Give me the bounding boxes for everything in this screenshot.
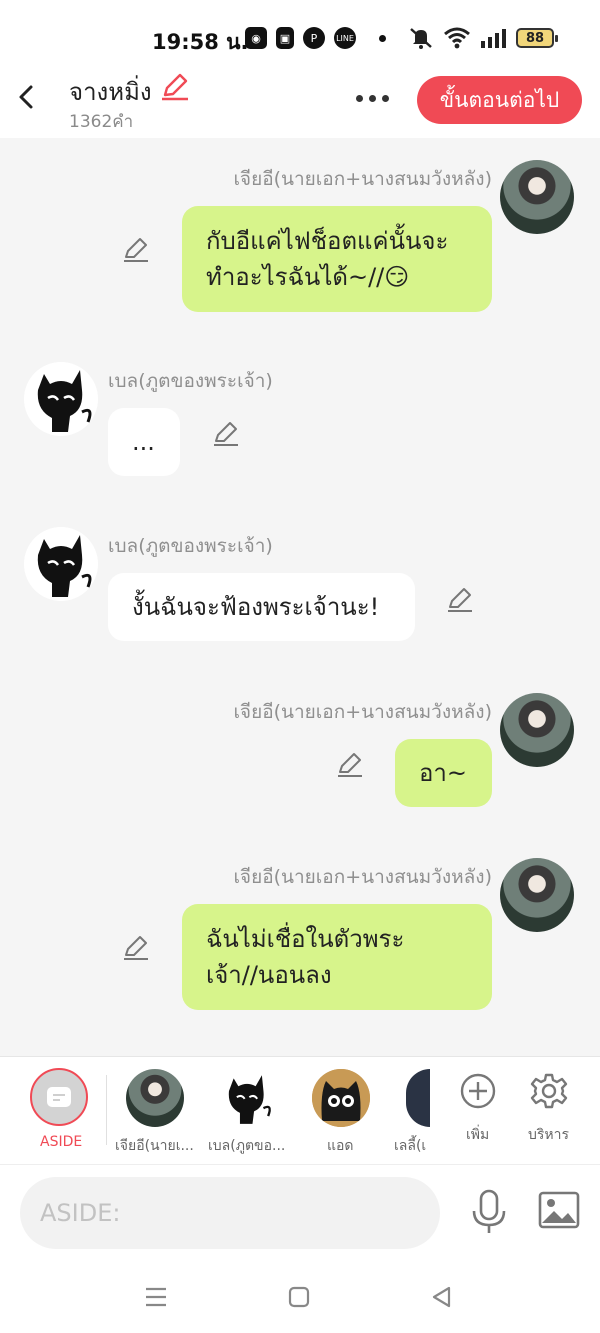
input-bar	[0, 1164, 600, 1260]
status-bar: 19:58 น. ◉ ▣ P LINE 88	[0, 0, 600, 66]
microphone-icon[interactable]	[470, 1189, 508, 1235]
battery-icon: 88	[516, 28, 558, 48]
message-bubble[interactable]: ฉันไม่เชื่อในตัวพระ เจ้า//นอนลง	[182, 904, 492, 1010]
message-sender-name: เจียอี(นายเอก+นางสนมวังหลัง)	[233, 168, 492, 190]
message-sender-name: เจียอี(นายเอก+นางสนมวังหลัง)	[233, 701, 492, 723]
system-nav-bar	[0, 1260, 600, 1333]
message-bubble[interactable]: อา~	[395, 739, 492, 807]
message-line: ฉันไม่เชื่อในตัวพระ	[206, 925, 405, 953]
signal-icon	[481, 29, 506, 48]
next-step-button[interactable]: ขั้นตอนต่อไป	[417, 76, 582, 124]
add-character-label: เพิ่ม	[466, 1127, 490, 1143]
message-line: งั้นฉันจะฟ้องพระเจ้านะ!	[132, 593, 380, 621]
back-icon[interactable]	[12, 82, 42, 112]
aside-icon	[47, 1087, 71, 1107]
page-title: จางหมิ่ง	[69, 78, 152, 106]
manage-label: บริหาร	[528, 1127, 570, 1143]
divider	[106, 1075, 107, 1145]
pinterest-notification-icon: P	[303, 27, 325, 49]
edit-message-icon[interactable]	[446, 586, 474, 614]
header: จางหมิ่ง 1362คำ ขั้นตอนต่อไป	[0, 66, 600, 138]
message-line: ทำอะไรฉันได้~//😏	[206, 263, 410, 291]
message-line: เจ้า//นอนลง	[206, 961, 332, 989]
avatar-jiayi[interactable]	[500, 160, 574, 234]
recent-apps-icon[interactable]	[143, 1284, 169, 1310]
character-label: เลลี้(เ	[394, 1138, 427, 1154]
character-label: เบล(ภูตขอ...	[208, 1138, 286, 1154]
bel-character-icon	[24, 527, 98, 601]
edit-message-icon[interactable]	[122, 236, 150, 264]
message-sender-name: เบล(ภูตของพระเจ้า)	[108, 535, 273, 557]
line-notification-icon: LINE	[334, 27, 356, 49]
aside-label: ASIDE	[40, 1134, 83, 1150]
character-bel[interactable]	[218, 1069, 276, 1127]
bel-character-icon	[24, 362, 98, 436]
bel-character-icon	[218, 1069, 276, 1127]
chat-area: เจียอี(นายเอก+นางสนมวังหลัง) กับอีแค่ไฟช…	[0, 138, 600, 1056]
more-options-icon[interactable]	[356, 88, 394, 108]
message-sender-name: เจียอี(นายเอก+นางสนมวังหลัง)	[233, 866, 492, 888]
home-icon[interactable]	[286, 1284, 312, 1310]
character-admin[interactable]	[312, 1069, 370, 1127]
character-label: แอด	[327, 1138, 354, 1154]
shop-notification-icon: ▣	[276, 27, 294, 49]
add-character-icon[interactable]	[458, 1071, 498, 1111]
message-line: อา~	[419, 759, 467, 787]
edit-title-icon[interactable]	[160, 73, 190, 101]
message-bubble[interactable]: กับอีแค่ไฟช็อตแค่นั้นจะ ทำอะไรฉันได้~//😏	[182, 206, 492, 312]
message-sender-name: เบล(ภูตของพระเจ้า)	[108, 370, 273, 392]
message-bubble[interactable]: ...	[108, 408, 180, 476]
avatar-jiayi[interactable]	[500, 693, 574, 767]
gear-icon[interactable]	[529, 1071, 569, 1111]
wifi-icon	[444, 27, 470, 49]
edit-message-icon[interactable]	[212, 420, 240, 448]
mute-icon	[410, 28, 432, 49]
avatar-bel[interactable]	[24, 527, 98, 601]
edit-message-icon[interactable]	[336, 751, 364, 779]
word-count: 1362คำ	[69, 112, 134, 132]
camera-notification-icon: ◉	[245, 27, 267, 49]
more-notifications-icon	[379, 34, 386, 42]
message-bubble[interactable]: งั้นฉันจะฟ้องพระเจ้านะ!	[108, 573, 415, 641]
message-line: ...	[132, 428, 155, 456]
black-cat-icon	[312, 1069, 370, 1127]
character-bar: ASIDE เจียอี(นายเ... เบล(ภูตขอ... แอด เล…	[0, 1056, 600, 1164]
edit-message-icon[interactable]	[122, 934, 150, 962]
notification-icons: ◉ ▣ P LINE	[245, 27, 386, 49]
system-status: 88	[408, 26, 558, 50]
character-label: เจียอี(นายเ...	[115, 1138, 194, 1154]
image-icon[interactable]	[538, 1191, 580, 1231]
avatar-jiayi[interactable]	[500, 858, 574, 932]
back-nav-icon[interactable]	[429, 1284, 455, 1310]
status-time: 19:58 น.	[152, 30, 249, 54]
character-jiayi[interactable]	[126, 1069, 184, 1127]
aside-button[interactable]	[30, 1068, 88, 1126]
message-line: กับอีแค่ไฟช็อตแค่นั้นจะ	[206, 227, 449, 255]
message-input[interactable]	[20, 1177, 440, 1249]
avatar-bel[interactable]	[24, 362, 98, 436]
character-leli[interactable]	[406, 1069, 430, 1127]
